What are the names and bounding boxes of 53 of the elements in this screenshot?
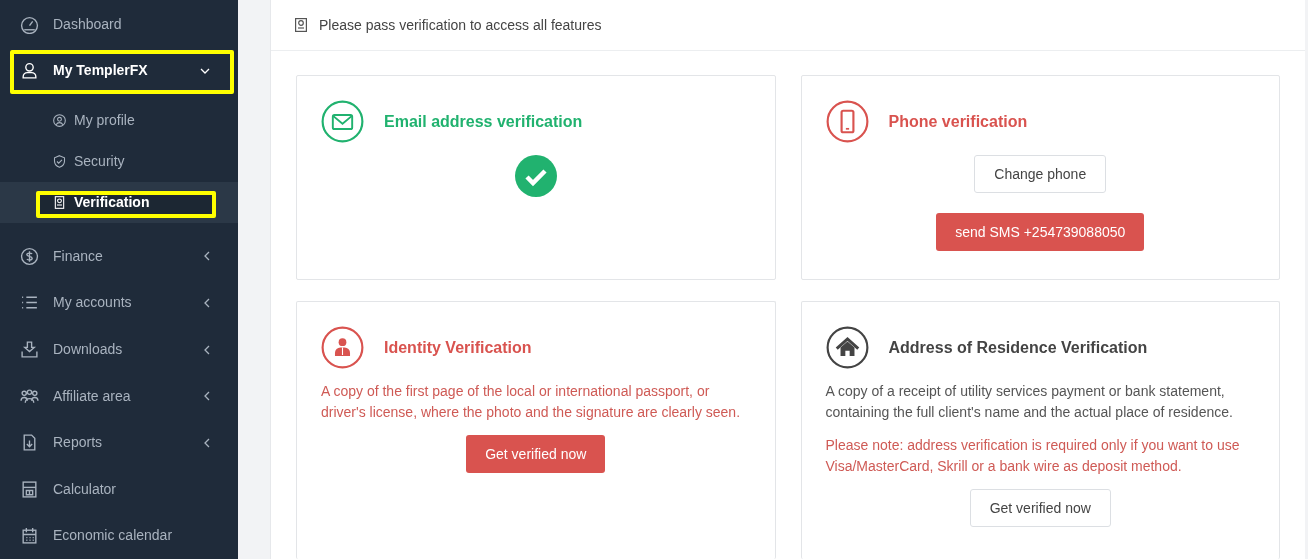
people-icon — [20, 386, 39, 406]
submenu-label: Verification — [74, 193, 150, 213]
sidebar-item[interactable]: My TemplerFX — [0, 47, 238, 95]
chevron-left-icon — [204, 251, 210, 262]
chevron-left-icon — [204, 297, 210, 308]
action-button[interactable]: Change phone — [974, 155, 1107, 193]
sidebar-item[interactable]: Calculator — [0, 465, 238, 513]
chevron-down-icon — [200, 67, 210, 74]
submenu-label: Security — [74, 152, 125, 172]
description-text: A copy of a receipt of utility services payment or bank statement, containing the full client's name and the actual place of residence. — [825, 382, 1234, 422]
sidebar-item[interactable]: Dashboard — [0, 1, 238, 48]
chevron-left-icon — [204, 344, 210, 355]
sidebar-item[interactable]: Finance — [0, 233, 238, 280]
warning-text: A copy of the first page of the local or international passport, or driver's license, where the photo and the signature are clearly seen. — [321, 382, 742, 422]
sidebar-item[interactable]: Affiliate area — [0, 372, 238, 420]
submenu-item[interactable]: My profile — [0, 100, 238, 142]
calendar-icon — [20, 526, 39, 546]
download-icon — [20, 340, 39, 360]
gauge-icon — [20, 14, 39, 34]
calculator-icon — [20, 479, 39, 499]
verification-notice: Please pass verification to access all features — [319, 15, 602, 35]
submenu-item[interactable]: Security — [0, 141, 238, 183]
sidebar-label: Economic calendar — [53, 526, 174, 546]
chevron-left-icon — [204, 391, 210, 402]
action-button[interactable]: send SMS +254739088050 — [936, 213, 1145, 251]
sidebar-label: Calculator — [53, 479, 118, 499]
sidebar-label: Downloads — [53, 340, 124, 360]
sidebar-item[interactable]: My accounts — [0, 279, 238, 327]
dollar-icon — [20, 246, 39, 266]
warning-text: Please note: address verification is required only if you want to use Visa/MasterCard, Skrill or a bank wire as deposit method. — [825, 436, 1241, 476]
user-icon — [20, 61, 39, 81]
submenu-item[interactable]: Verification — [0, 182, 238, 224]
action-button[interactable]: Get verified now — [466, 435, 606, 473]
chevron-left-icon — [204, 437, 210, 448]
sidebar-item[interactable]: Downloads — [0, 326, 238, 373]
id-card-icon — [295, 18, 307, 32]
sidebar-label: My TemplerFX — [53, 61, 149, 81]
card-title: Identity Verification — [384, 337, 532, 358]
sidebar-label: Finance — [53, 246, 104, 266]
action-button[interactable]: Get verified now — [969, 489, 1111, 527]
card-title: Address of Residence Verification — [888, 337, 1148, 358]
sidebar-item[interactable]: Reports — [0, 419, 238, 466]
card-title: Email address verification — [384, 111, 583, 132]
sidebar-item[interactable]: Economic calendar — [0, 512, 238, 559]
submenu-label: My profile — [74, 111, 135, 131]
user-icon — [52, 113, 67, 129]
card-title: Phone verification — [888, 111, 1028, 132]
sidebar-label: Dashboard — [53, 14, 123, 34]
sidebar-label: Reports — [53, 433, 104, 453]
id-card-icon — [52, 195, 67, 211]
sidebar-label: Affiliate area — [53, 386, 132, 406]
sidebar-label: My accounts — [53, 293, 133, 313]
shield-icon — [52, 154, 67, 170]
